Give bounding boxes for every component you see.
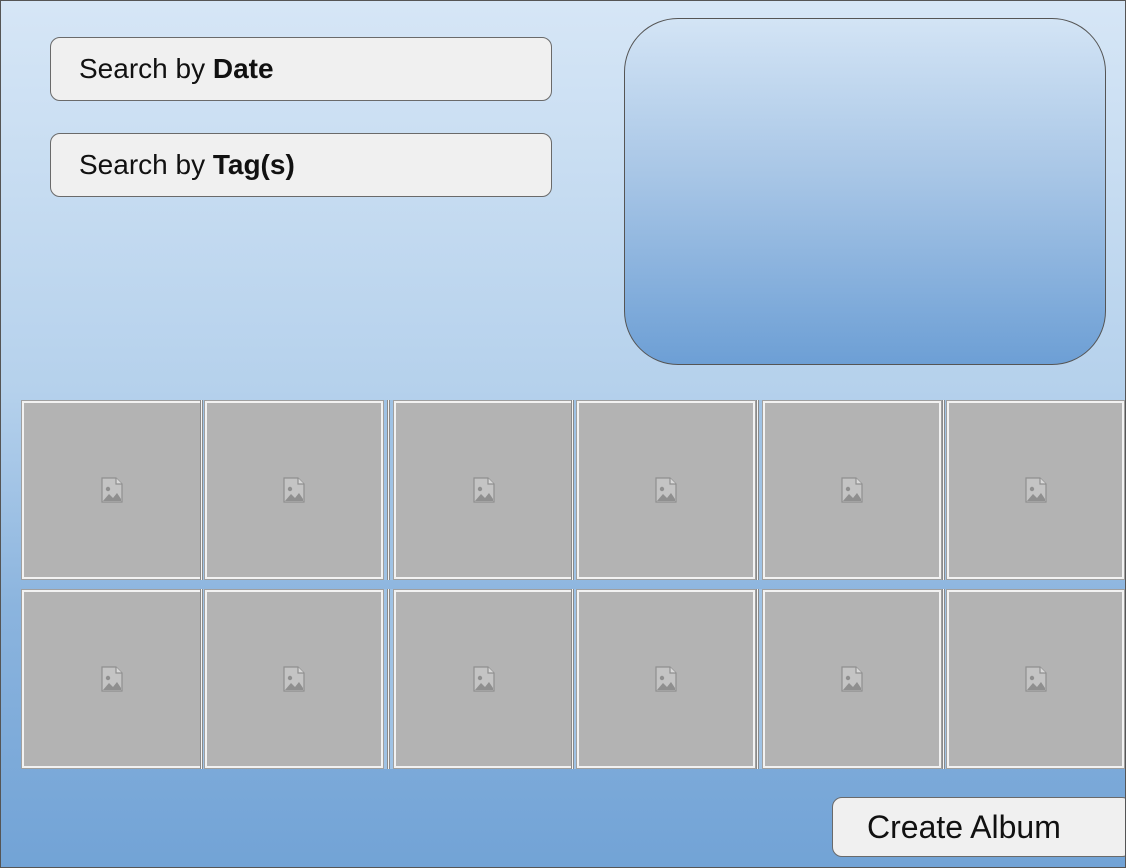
tile-divider <box>200 589 203 769</box>
search-by-date-button[interactable]: Search by Date <box>50 37 552 101</box>
photo-thumbnail[interactable] <box>946 589 1125 769</box>
image-placeholder-icon <box>472 666 495 692</box>
image-placeholder-icon <box>655 477 677 503</box>
create-album-button[interactable]: Create Album <box>832 797 1125 857</box>
tile-divider <box>200 400 203 580</box>
tile-divider <box>942 400 945 580</box>
tile-divider <box>942 589 945 769</box>
search-by-tags-button[interactable]: Search by Tag(s) <box>50 133 552 197</box>
tile-divider <box>571 589 574 769</box>
image-placeholder-icon <box>841 666 863 692</box>
tile-divider <box>571 400 574 580</box>
photo-thumbnail[interactable] <box>393 400 574 580</box>
tile-divider <box>387 400 390 580</box>
photo-thumbnail[interactable] <box>762 400 942 580</box>
tile-divider <box>387 589 390 769</box>
photo-thumbnail[interactable] <box>204 589 384 769</box>
photo-grid <box>21 400 1125 770</box>
photo-preview-panel <box>624 18 1106 365</box>
tile-divider <box>756 400 759 580</box>
photo-row <box>21 589 1125 769</box>
photo-row <box>21 400 1125 580</box>
photo-thumbnail[interactable] <box>204 400 384 580</box>
photo-thumbnail[interactable] <box>21 400 203 580</box>
tile-divider <box>756 589 759 769</box>
image-placeholder-icon <box>283 666 305 692</box>
photo-browser-window: Search by Date Search by Tag(s) Create A… <box>0 0 1126 868</box>
photo-thumbnail[interactable] <box>576 589 756 769</box>
image-placeholder-icon <box>1024 666 1047 692</box>
photo-thumbnail[interactable] <box>762 589 942 769</box>
photo-thumbnail[interactable] <box>946 400 1125 580</box>
image-placeholder-icon <box>283 477 305 503</box>
image-placeholder-icon <box>101 666 123 692</box>
photo-thumbnail[interactable] <box>21 589 203 769</box>
photo-thumbnail[interactable] <box>393 589 574 769</box>
search-date-prefix: Search by <box>79 53 213 84</box>
image-placeholder-icon <box>655 666 677 692</box>
image-placeholder-icon <box>1024 477 1047 503</box>
image-placeholder-icon <box>101 477 123 503</box>
image-placeholder-icon <box>841 477 863 503</box>
search-date-keyword: Date <box>212 53 274 84</box>
search-tags-prefix: Search by <box>79 149 213 180</box>
image-placeholder-icon <box>472 477 495 503</box>
photo-thumbnail[interactable] <box>576 400 756 580</box>
search-tags-keyword: Tag(s) <box>212 149 295 180</box>
